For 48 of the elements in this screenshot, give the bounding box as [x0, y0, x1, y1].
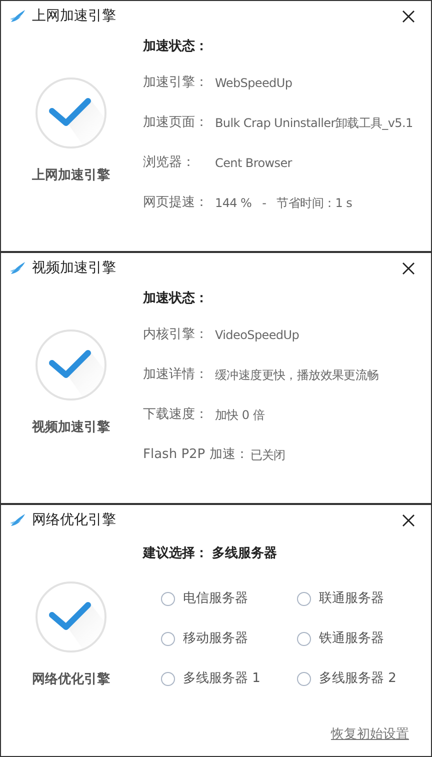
- window-title: 上网加速引擎: [32, 6, 116, 26]
- field-value: Bulk Crap Uninstaller卸载工具_v5.1: [215, 115, 413, 132]
- radio-button[interactable]: [297, 632, 311, 646]
- field-label: Flash P2P 加速：: [143, 446, 248, 464]
- radio-label[interactable]: 联通服务器: [319, 589, 384, 609]
- radio-button[interactable]: [297, 592, 311, 606]
- engine-label: 上网加速引擎: [32, 167, 110, 185]
- close-button[interactable]: [400, 512, 417, 528]
- window-title: 网络优化引擎: [32, 510, 116, 530]
- status-heading: 加速状态：: [143, 38, 208, 56]
- radio-button[interactable]: [161, 592, 175, 606]
- radio-label[interactable]: 多线服务器 1: [183, 669, 260, 689]
- field-label: 加速详情：: [143, 366, 209, 384]
- app-logo-icon: [10, 261, 26, 275]
- check-badge-icon: [35, 77, 107, 149]
- status-heading: 加速状态：: [143, 290, 208, 308]
- field-label: 浏览器：: [143, 154, 196, 172]
- window-title: 视频加速引擎: [32, 258, 116, 278]
- close-button[interactable]: [400, 8, 417, 24]
- check-badge-icon: [35, 581, 107, 653]
- field-label: 内核引擎：: [143, 326, 209, 344]
- radio-label[interactable]: 移动服务器: [183, 629, 248, 649]
- recommend-label: 建议选择：: [143, 544, 208, 564]
- field-value: 已关闭: [250, 447, 286, 464]
- engine-label: 视频加速引擎: [32, 419, 110, 437]
- radio-label[interactable]: 电信服务器: [183, 589, 248, 609]
- radio-button[interactable]: [161, 672, 175, 686]
- field-value: 144 % - 节省时间：1 s: [215, 195, 352, 212]
- check-badge-icon: [35, 329, 107, 401]
- radio-label[interactable]: 铁通服务器: [319, 629, 384, 649]
- field-value: VideoSpeedUp: [215, 327, 300, 344]
- radio-button[interactable]: [297, 672, 311, 686]
- app-logo-icon: [10, 513, 26, 527]
- app-logo-icon: [10, 9, 26, 23]
- field-value: 缓冲速度更快，播放效果更流畅: [215, 367, 379, 384]
- field-label: 加速引擎：: [143, 74, 209, 92]
- field-label: 网页提速：: [143, 194, 209, 212]
- field-label: 加速页面：: [143, 114, 209, 132]
- field-value: 加快 0 倍: [215, 407, 264, 424]
- radio-button[interactable]: [161, 632, 175, 646]
- close-button[interactable]: [400, 260, 417, 276]
- recommend-value: 多线服务器: [212, 545, 277, 564]
- engine-label: 网络优化引擎: [32, 671, 110, 689]
- field-value: WebSpeedUp: [215, 75, 292, 92]
- field-label: 下载速度：: [143, 406, 209, 424]
- field-value: Cent Browser: [215, 155, 292, 172]
- restore-defaults-link[interactable]: 恢复初始设置: [331, 724, 409, 744]
- radio-label[interactable]: 多线服务器 2: [319, 669, 396, 689]
